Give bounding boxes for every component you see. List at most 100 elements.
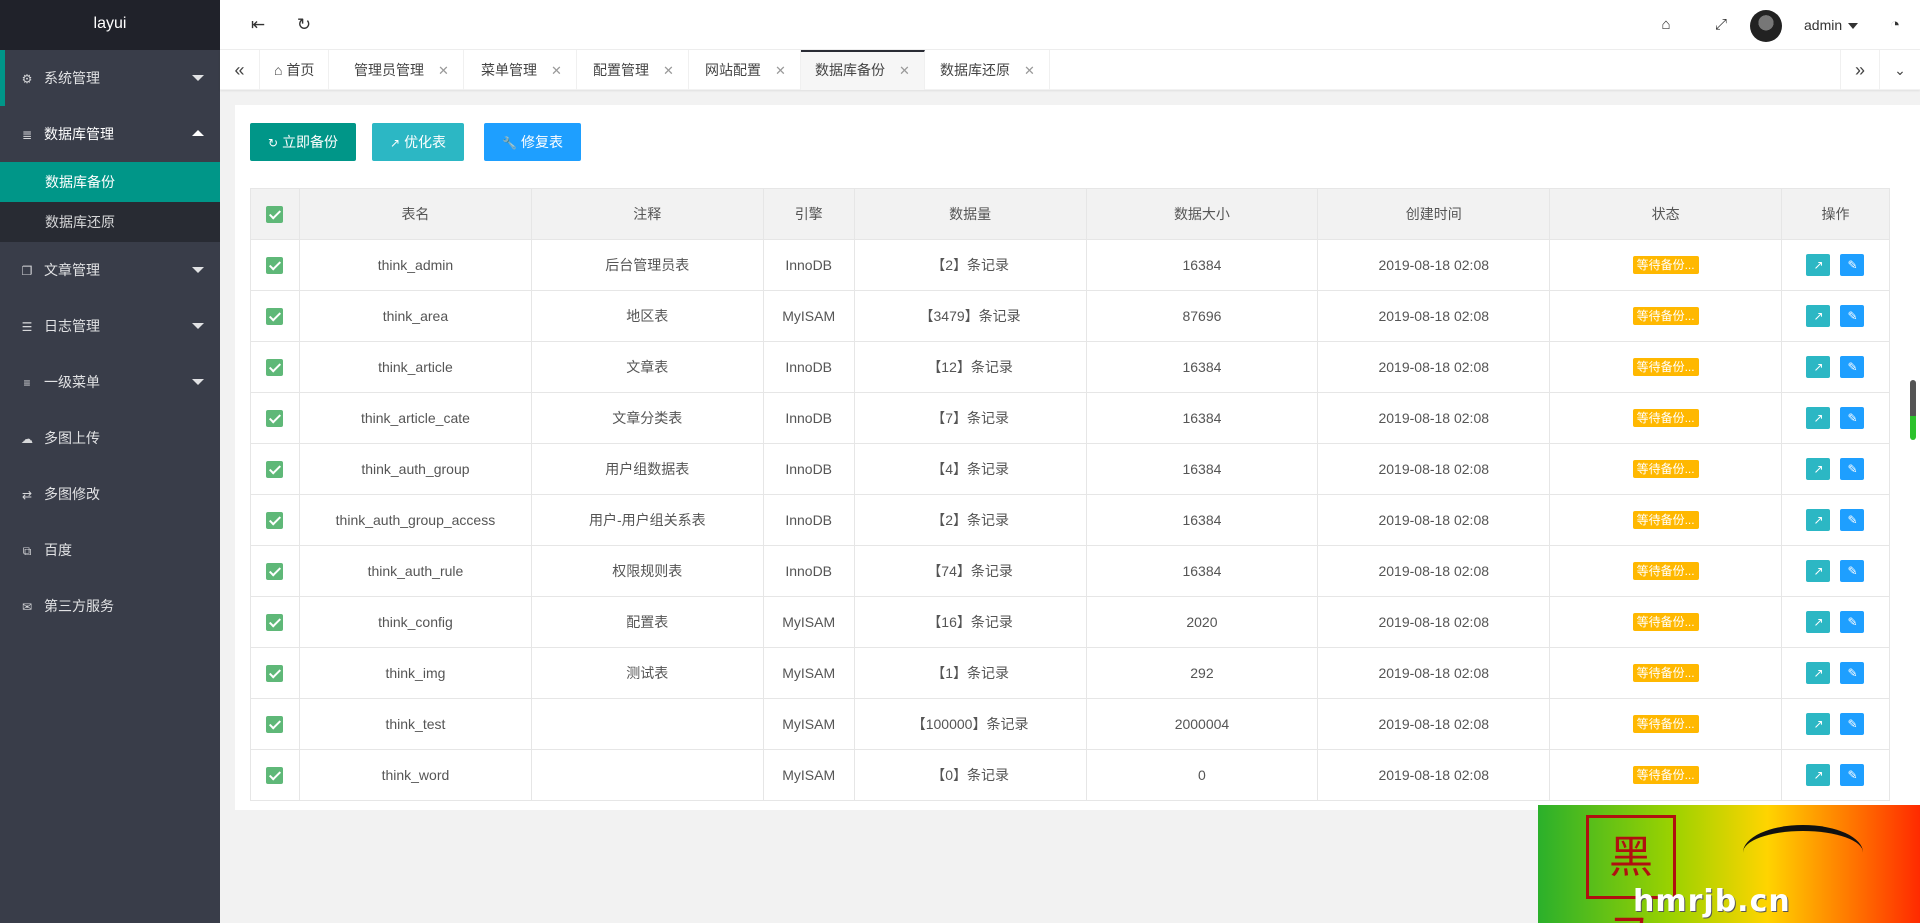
repair-row-button[interactable]: ✎: [1840, 509, 1865, 531]
tab-scroll-left-icon[interactable]: «: [220, 50, 260, 90]
cell-engine: MyISAM: [762, 596, 855, 648]
fullscreen-icon[interactable]: ⤢: [1701, 0, 1741, 50]
cell-size: 16384: [1085, 341, 1319, 393]
sidebar-subitem-db-restore[interactable]: 数据库还原: [0, 202, 220, 242]
row-checkbox[interactable]: [266, 358, 284, 376]
sidebar-subitem-db-backup[interactable]: 数据库备份: [0, 162, 220, 202]
home-icon: ⌂: [274, 62, 287, 78]
col-header-size: 数据大小: [1085, 188, 1319, 240]
repair-row-button[interactable]: ✎: [1840, 458, 1865, 480]
optimize-row-button[interactable]: ↗: [1806, 509, 1831, 531]
tab-db-restore[interactable]: 数据库还原 ✕: [926, 50, 1050, 90]
row-checkbox[interactable]: [266, 307, 284, 325]
tab-scroll-right-icon[interactable]: »: [1840, 50, 1880, 90]
cell-actions: ↗ ✎: [1780, 647, 1891, 699]
repair-row-button[interactable]: ✎: [1840, 560, 1865, 582]
sidebar-item-articles[interactable]: ❐ 文章管理: [0, 242, 220, 298]
repair-row-button[interactable]: ✎: [1840, 356, 1865, 378]
repair-row-button[interactable]: ✎: [1840, 611, 1865, 633]
avatar[interactable]: [1750, 10, 1782, 42]
row-checkbox[interactable]: [266, 460, 284, 478]
cell-status: 等待备份...: [1549, 749, 1782, 801]
cell-created: 2019-08-18 02:08: [1317, 341, 1551, 393]
row-checkbox[interactable]: [266, 715, 284, 733]
cell-table-name: think_auth_group: [298, 443, 532, 495]
close-icon[interactable]: ✕: [1024, 63, 1035, 78]
repair-row-button[interactable]: ✎: [1840, 764, 1865, 786]
backup-now-button[interactable]: ↻ 立即备份: [250, 123, 357, 161]
cell-engine: MyISAM: [762, 749, 855, 801]
cell-actions: ↗ ✎: [1780, 596, 1891, 648]
optimize-row-button[interactable]: ↗: [1806, 611, 1831, 633]
repair-table-button[interactable]: 🔧 修复表: [484, 123, 581, 161]
tab-label: 网站配置: [705, 62, 761, 78]
sidebar-item-multi-upload[interactable]: ☁ 多图上传: [0, 410, 220, 466]
optimize-row-button[interactable]: ↗: [1806, 458, 1831, 480]
row-checkbox[interactable]: [266, 511, 284, 529]
row-checkbox[interactable]: [266, 664, 284, 682]
select-all-checkbox[interactable]: [266, 205, 284, 223]
repair-row-button[interactable]: ✎: [1840, 662, 1865, 684]
cell-size: 2000004: [1085, 698, 1319, 750]
row-checkbox[interactable]: [266, 766, 284, 784]
palette-icon[interactable]: ◔: [1875, 0, 1915, 50]
close-icon[interactable]: ✕: [899, 63, 910, 78]
tab-config-manage[interactable]: 配置管理 ✕: [579, 50, 689, 90]
chart-icon: ↗: [1813, 564, 1824, 578]
sidebar-item-multi-edit[interactable]: ⇄ 多图修改: [0, 466, 220, 522]
tab-site-config[interactable]: 网站配置 ✕: [691, 50, 801, 90]
optimize-row-button[interactable]: ↗: [1806, 356, 1831, 378]
tag-icon[interactable]: ⌂: [1646, 0, 1686, 50]
row-checkbox[interactable]: [266, 562, 284, 580]
cell-actions: ↗ ✎: [1780, 392, 1891, 444]
row-checkbox[interactable]: [266, 613, 284, 631]
close-icon[interactable]: ✕: [663, 63, 674, 78]
table-row: think_config 配置表 MyISAM 【16】条记录 2020 2019-08-…: [250, 596, 1891, 648]
close-icon[interactable]: ✕: [775, 63, 786, 78]
cell-created: 2019-08-18 02:08: [1317, 494, 1551, 546]
refresh-icon[interactable]: ↻: [284, 0, 324, 50]
optimize-row-button[interactable]: ↗: [1806, 407, 1831, 429]
optimize-row-button[interactable]: ↗: [1806, 254, 1831, 276]
sidebar-item-baidu[interactable]: ⧉ 百度: [0, 522, 220, 578]
tab-menu-manage[interactable]: 菜单管理 ✕: [467, 50, 577, 90]
cell-size: 2020: [1085, 596, 1319, 648]
optimize-row-button[interactable]: ↗: [1806, 764, 1831, 786]
tab-admin-manage[interactable]: 管理员管理 ✕: [340, 50, 464, 90]
menu-toggle-icon[interactable]: ⇤: [238, 0, 278, 50]
sidebar-item-system[interactable]: ⚙ 系统管理: [0, 50, 220, 106]
top-header: ⇤ ↻ ⌂ ⤢ admin ◔: [220, 0, 1920, 50]
optimize-row-button[interactable]: ↗: [1806, 662, 1831, 684]
cell-comment: 配置表: [530, 596, 764, 648]
cell-status: 等待备份...: [1549, 443, 1782, 495]
tab-label: 数据库备份: [815, 62, 885, 78]
cell-created: 2019-08-18 02:08: [1317, 290, 1551, 342]
user-menu[interactable]: admin: [1804, 0, 1859, 50]
close-icon[interactable]: ✕: [438, 63, 449, 78]
chart-icon: ↗: [1813, 360, 1824, 374]
repair-row-button[interactable]: ✎: [1840, 254, 1865, 276]
optimize-row-button[interactable]: ↗: [1806, 305, 1831, 327]
row-select-cell: [250, 494, 300, 546]
tab-home[interactable]: ⌂ 首页: [260, 50, 330, 90]
cell-created: 2019-08-18 02:08: [1317, 596, 1551, 648]
close-icon[interactable]: ✕: [551, 63, 562, 78]
repair-row-button[interactable]: ✎: [1840, 407, 1865, 429]
cell-rows: 【7】条记录: [853, 392, 1087, 444]
sidebar-item-level1[interactable]: ≡ 一级菜单: [0, 354, 220, 410]
sidebar-item-third-party[interactable]: ✉ 第三方服务: [0, 578, 220, 634]
row-checkbox[interactable]: [266, 256, 284, 274]
tab-dropdown-icon[interactable]: ⌄: [1880, 50, 1920, 90]
sidebar-item-logs[interactable]: ☰ 日志管理: [0, 298, 220, 354]
status-badge: 等待备份...: [1632, 562, 1699, 580]
optimize-row-button[interactable]: ↗: [1806, 713, 1831, 735]
repair-row-button[interactable]: ✎: [1840, 713, 1865, 735]
sidebar-item-database[interactable]: ≣ 数据库管理: [0, 106, 220, 162]
page-scrollbar[interactable]: [1910, 380, 1916, 440]
tab-db-backup[interactable]: 数据库备份 ✕: [801, 50, 925, 90]
row-checkbox[interactable]: [266, 409, 284, 427]
cell-engine: InnoDB: [762, 392, 855, 444]
optimize-table-button[interactable]: ↗ 优化表: [372, 123, 465, 161]
repair-row-button[interactable]: ✎: [1840, 305, 1865, 327]
optimize-row-button[interactable]: ↗: [1806, 560, 1831, 582]
